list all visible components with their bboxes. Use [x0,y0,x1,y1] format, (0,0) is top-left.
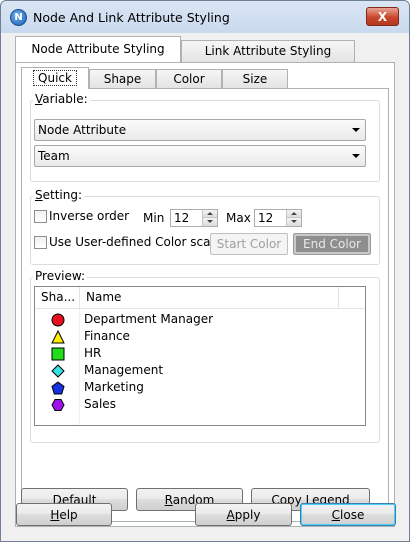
column-divider[interactable] [338,287,339,308]
window-close-button[interactable]: X [366,7,399,26]
list-header: Sha... Name [35,287,365,309]
spinner-buttons [286,210,301,226]
close-button-label: Close [331,507,365,522]
node-styling-panel: Quick Shape Color Size Variable: Node At [15,62,395,527]
spin-down-icon[interactable] [203,218,217,226]
preview-group-label: Preview: [33,269,88,283]
min-spinner[interactable]: 12 [170,209,218,227]
tab-link-attribute-styling[interactable]: Link Attribute Styling [181,40,355,62]
pentagon-shape-icon [51,381,65,395]
setting-group: Setting: Inverse order Min 12 Max 12 Use… [30,188,380,265]
max-spinner[interactable]: 12 [254,209,302,227]
preview-group: Preview: Sha... Name Department Manager [30,269,380,443]
tab-label: Quick [33,70,77,86]
tab-node-attribute-styling[interactable]: Node Attribute Styling [15,36,181,62]
min-label: Min [143,211,165,225]
column-header-name[interactable]: Name [80,287,338,308]
start-color-button[interactable]: Start Color [210,233,288,255]
row-name: HR [84,346,102,360]
apply-button[interactable]: Apply [195,503,292,526]
max-value: 12 [258,211,274,225]
user-color-scale-label: Use User-defined Color scale [49,235,222,249]
attribute-type-value: Node Attribute [38,123,127,137]
spin-up-icon[interactable] [287,210,301,218]
chevron-down-icon [352,128,360,132]
close-button[interactable]: Close [300,503,396,526]
attribute-name-dropdown[interactable]: Team [34,145,366,167]
app-icon: N [10,9,27,26]
max-label: Max [226,211,251,225]
window-title: Node And Link Attribute Styling [33,10,230,25]
chevron-down-icon [352,154,360,158]
close-icon: X [377,9,388,24]
tab-size[interactable]: Size [222,69,288,89]
tab-label: Shape [103,72,142,86]
list-item[interactable]: Finance [35,328,365,345]
setting-group-label: Setting: [33,188,85,202]
square-shape-icon [51,347,65,361]
min-value: 12 [174,211,190,225]
help-button-label: Help [50,507,78,522]
inverse-order-checkbox[interactable] [34,210,47,223]
preview-list[interactable]: Sha... Name Department Manager Finance H… [34,286,366,426]
tab-quick[interactable]: Quick [21,67,89,89]
tab-label: Size [242,72,268,86]
user-color-scale-checkbox[interactable] [34,236,47,249]
row-name: Department Manager [84,312,214,326]
triangle-shape-icon [51,330,65,344]
apply-button-label: Apply [226,507,261,522]
list-item[interactable]: HR [35,345,365,362]
inverse-order-label: Inverse order [49,209,130,223]
end-color-label: End Color [303,237,361,251]
variable-group-label: Variable: [33,92,90,106]
spinner-buttons [202,210,217,226]
tab-shape[interactable]: Shape [89,69,156,89]
row-name: Marketing [84,380,144,394]
list-item[interactable]: Marketing [35,379,365,396]
end-color-button[interactable]: End Color [293,233,371,255]
spin-down-icon[interactable] [287,218,301,226]
tab-label: Link Attribute Styling [204,44,332,58]
quick-panel: Variable: Node Attribute Team Setting: I… [21,88,389,522]
attribute-name-value: Team [38,149,70,163]
row-name: Sales [84,397,116,411]
list-item[interactable]: Management [35,362,365,379]
tab-label: Node Attribute Styling [31,42,165,56]
help-button[interactable]: Help [16,503,112,526]
list-item[interactable]: Department Manager [35,311,365,328]
column-header-shape[interactable]: Sha... [35,287,79,308]
start-color-label: Start Color [216,237,282,251]
title-bar: N Node And Link Attribute Styling X [1,1,409,33]
row-name: Management [84,363,164,377]
row-name: Finance [84,329,130,343]
attribute-type-dropdown[interactable]: Node Attribute [34,119,366,141]
circle-shape-icon [51,313,65,327]
tab-label: Color [173,72,205,86]
dialog-client: Node Attribute Styling Link Attribute St… [9,33,401,533]
diamond-shape-icon [51,364,65,378]
dialog-window: N Node And Link Attribute Styling X Node… [0,0,410,542]
spin-up-icon[interactable] [203,210,217,218]
tab-color[interactable]: Color [156,69,222,89]
list-item[interactable]: Sales [35,396,365,413]
hexagon-shape-icon [51,399,65,411]
variable-group: Variable: Node Attribute Team [30,92,380,182]
